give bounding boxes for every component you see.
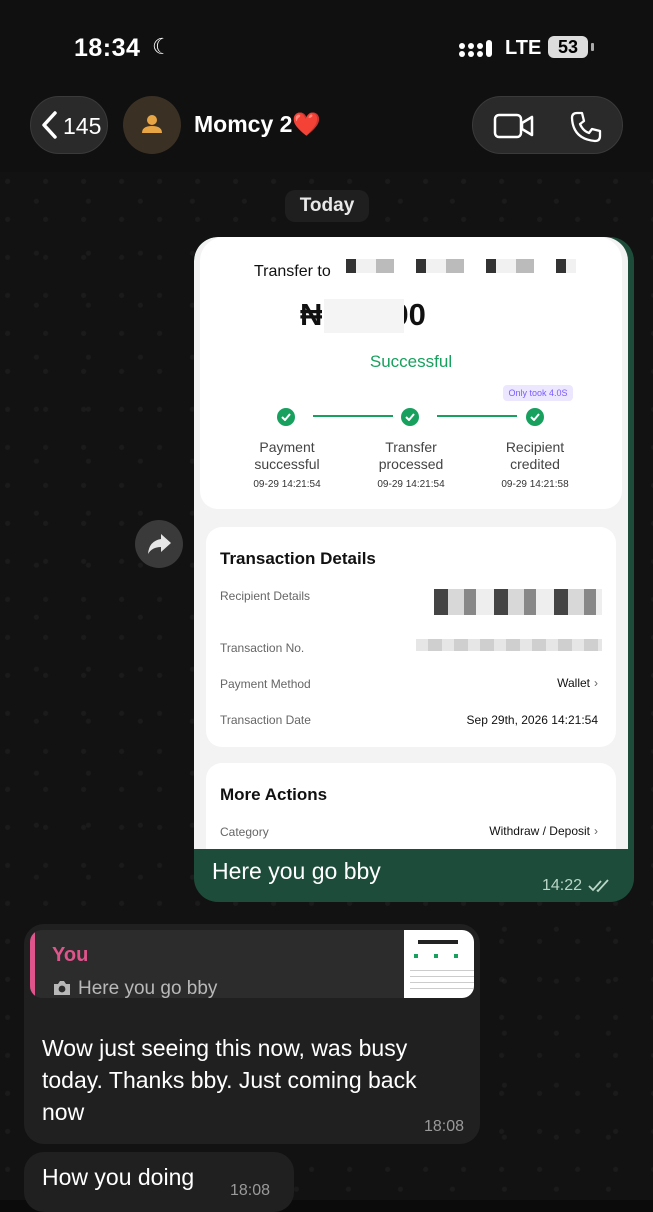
unread-count: 145 (63, 113, 102, 139)
forward-icon (148, 534, 171, 554)
moon-icon: ☾ (152, 34, 172, 59)
status-time: 18:34 (74, 34, 141, 62)
network-label: LTE (505, 37, 542, 59)
message-time: 18:08 (230, 1182, 271, 1199)
progress-line (313, 415, 393, 417)
avatar[interactable] (123, 96, 181, 154)
message-caption: Here you go bby (212, 858, 381, 884)
battery-tip (591, 43, 594, 51)
step-label: Transfer processed (378, 439, 444, 472)
transfer-to-label: Transfer to (254, 263, 331, 280)
outgoing-message[interactable]: Transfer to ₦ 000.00 Successful Only too… (194, 237, 634, 902)
category-text: Withdraw / Deposit (489, 824, 590, 838)
camera-icon (54, 981, 70, 995)
thumbnail-rows (410, 970, 474, 994)
step-check-icon (277, 408, 295, 426)
step-check-icon (401, 408, 419, 426)
message-time: 14:22 (542, 877, 612, 895)
message-text: How you doing (42, 1164, 195, 1190)
message-time: 18:08 (423, 1118, 464, 1135)
forward-button[interactable] (135, 520, 183, 568)
step-time: 09-29 14:21:54 (377, 479, 445, 490)
chevron-right-icon: › (594, 676, 598, 690)
payment-method-text: Wallet (557, 676, 590, 690)
receipt-image[interactable]: Transfer to ₦ 000.00 Successful Only too… (194, 237, 628, 849)
thumbnail-dots (414, 954, 470, 958)
back-button[interactable]: 145 (30, 96, 108, 154)
message-time-text: 14:22 (541, 877, 582, 894)
row-label: Payment Method (220, 677, 311, 691)
transfer-status: Successful (369, 352, 453, 371)
contact-name[interactable]: Momcy 2❤️ (194, 111, 321, 138)
read-ticks-icon (588, 879, 609, 893)
step-time: 09-29 14:21:58 (501, 479, 569, 490)
quote-accent-bar (30, 930, 35, 998)
phone-icon[interactable] (569, 110, 603, 144)
row-label: Category (220, 825, 269, 839)
category-value[interactable]: Withdraw / Deposit › (489, 824, 598, 838)
redacted-amount (324, 299, 404, 333)
chevron-right-icon: › (594, 824, 598, 838)
redacted-recipient-details (434, 589, 602, 615)
row-label: Recipient Details (220, 589, 311, 603)
battery-icon: 53 (548, 36, 588, 58)
step-check-icon (526, 408, 544, 426)
payment-method-value[interactable]: Wallet › (557, 676, 598, 690)
transfer-summary-card: Transfer to ₦ 000.00 Successful Only too… (200, 237, 622, 509)
step-time: 09-29 14:21:54 (253, 479, 321, 490)
quote-author: You (52, 944, 89, 966)
quote-text-label: Here you go bby (78, 978, 218, 998)
transaction-date-value: Sep 29th, 2026 14:21:54 (466, 713, 598, 727)
chat-header: 145 Momcy 2❤️ (0, 96, 653, 172)
date-chip: Today (285, 190, 369, 222)
quoted-reply[interactable]: You Here you go bby (30, 930, 474, 998)
row-label: Transaction Date (220, 713, 311, 727)
incoming-message[interactable]: How you doing 18:08 (24, 1152, 294, 1212)
details-title: Transaction Details (220, 549, 376, 568)
speed-badge: Only took 4.0S (503, 385, 573, 401)
battery-level: 53 (557, 37, 579, 57)
quote-text: Here you go bby (52, 978, 217, 998)
incoming-message[interactable]: You Here you go bby Wow just seeing this… (24, 924, 480, 1144)
redacted-transaction-no (416, 639, 602, 651)
video-call-icon[interactable] (493, 111, 535, 141)
quote-thumbnail (404, 930, 474, 998)
person-icon (142, 115, 162, 133)
step-label: Recipient credited (505, 439, 565, 472)
transaction-details-card: Transaction Details Recipient Details Tr… (206, 527, 616, 747)
more-actions-card: More Actions Category Withdraw / Deposit… (206, 763, 616, 849)
thumbnail-line (418, 940, 458, 944)
signal-icon (459, 40, 492, 57)
call-actions (472, 96, 623, 154)
chevron-left-icon (42, 111, 57, 139)
progress-line (437, 415, 517, 417)
redacted-recipient (346, 259, 576, 273)
status-bar: 18:34 ☾ LTE 53 (0, 0, 653, 96)
row-label: Transaction No. (220, 641, 305, 655)
step-label: Payment successful (254, 439, 320, 472)
more-actions-title: More Actions (220, 785, 328, 804)
message-text: Wow just seeing this now, was busy today… (42, 1035, 417, 1125)
